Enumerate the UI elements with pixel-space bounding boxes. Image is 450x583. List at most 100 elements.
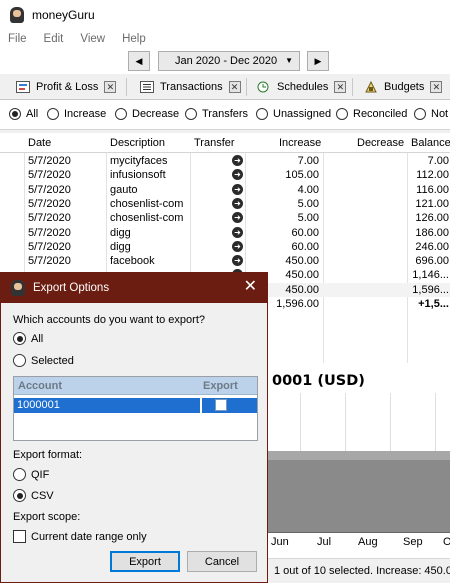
filter-label: Transfers	[202, 108, 249, 120]
window-title: moneyGuru	[32, 8, 95, 22]
menu-file[interactable]: File	[8, 33, 27, 45]
arrow-right-circle-icon[interactable]: ➜	[232, 226, 243, 238]
radio-icon	[47, 108, 59, 120]
cell-balance: 116.00	[416, 183, 449, 196]
tab-profit-loss[interactable]: Profit & Loss ✕	[16, 76, 117, 98]
table-row[interactable]: 5/7/2020 digg ➜ 60.00 246.00	[0, 240, 450, 254]
filter-not-reconciled[interactable]: Not R	[414, 108, 450, 120]
col-balance[interactable]: Balance	[411, 137, 450, 149]
cancel-button[interactable]: Cancel	[187, 551, 257, 572]
col-description[interactable]: Description	[110, 137, 165, 149]
tab-label: Schedules	[277, 81, 329, 93]
close-icon[interactable]: ✕	[430, 81, 443, 93]
radio-label: Selected	[31, 354, 74, 367]
radio-icon	[13, 354, 26, 367]
cell-date: 5/7/2020	[28, 197, 71, 210]
prev-date-range-button[interactable]: ◀	[128, 51, 150, 71]
cell-balance: 246.00	[415, 240, 449, 253]
tab-label: Profit & Loss	[36, 81, 99, 93]
cell-increase: 5.00	[297, 197, 319, 210]
date-range-select[interactable]: Jan 2020 - Dec 2020 ▼	[158, 51, 300, 71]
radio-format-qif[interactable]: QIF	[13, 468, 49, 481]
current-date-range-checkbox[interactable]: Current date range only	[13, 530, 147, 543]
table-row[interactable]: 5/7/2020 chosenlist-com ➜ 5.00 121.00	[0, 197, 450, 211]
budgets-icon	[365, 81, 377, 93]
cell-description: mycityfaces	[110, 155, 168, 167]
cell-date: 5/7/2020	[28, 226, 71, 239]
arrow-right-circle-icon[interactable]: ➜	[232, 155, 243, 166]
radio-icon	[256, 108, 268, 120]
graph-area-fill	[268, 460, 450, 532]
cell-date: 5/7/2020	[28, 240, 71, 253]
filter-decrease[interactable]: Decrease	[115, 108, 179, 120]
next-date-range-button[interactable]: ▶	[307, 51, 329, 71]
col-transfer[interactable]: Transfer	[194, 137, 235, 149]
export-checkbox[interactable]	[215, 399, 227, 411]
arrow-right-circle-icon[interactable]: ➜	[232, 240, 243, 252]
cell-date: 5/7/2020	[28, 183, 71, 196]
filter-all[interactable]: All	[9, 108, 38, 120]
close-icon[interactable]: ✕	[228, 81, 241, 93]
radio-icon	[13, 489, 26, 502]
table-row[interactable]: 5/7/2020 digg ➜ 60.00 186.00	[0, 226, 450, 240]
table-row[interactable]: 5/7/2020 infusionsoft ➜ 105.00 112.00	[0, 168, 450, 182]
arrow-right-circle-icon[interactable]: ➜	[232, 169, 243, 181]
cell-balance: 112.00	[416, 169, 449, 182]
tab-budgets[interactable]: Budgets ✕	[364, 76, 443, 98]
menu-help[interactable]: Help	[122, 33, 146, 45]
table-row[interactable]: 5/7/2020 chosenlist-com ➜ 5.00 126.00	[0, 211, 450, 225]
arrow-right-circle-icon[interactable]: ➜	[232, 183, 243, 195]
tab-transactions[interactable]: Transactions ✕	[140, 76, 241, 98]
cell-balance: 186.00	[415, 226, 449, 239]
graph-x-axis	[268, 532, 450, 533]
col-increase[interactable]: Increase	[279, 137, 321, 149]
arrow-right-circle-icon[interactable]: ➜	[232, 255, 243, 267]
filter-label: Reconciled	[353, 108, 408, 120]
filter-increase[interactable]: Increase	[47, 108, 106, 120]
transactions-icon	[140, 81, 154, 93]
col-decrease[interactable]: Decrease	[357, 137, 404, 149]
table-row[interactable]: 5/7/2020 facebook ➜ 450.00 696.00	[0, 254, 450, 268]
cell-description: infusionsoft	[110, 169, 166, 182]
close-icon[interactable]: ✕	[104, 81, 117, 93]
cell-description: facebook	[110, 255, 155, 268]
export-button[interactable]: Export	[110, 551, 180, 572]
cell-increase: 105.00	[285, 169, 319, 182]
close-icon[interactable]: ✕	[244, 279, 257, 295]
status-text: 1 out of 10 selected. Increase: 450.00	[274, 565, 450, 577]
menu-edit[interactable]: Edit	[44, 33, 64, 45]
tab-divider	[246, 78, 247, 96]
profit-loss-icon	[16, 81, 30, 93]
radio-all-accounts[interactable]: All	[13, 332, 43, 345]
col-date[interactable]: Date	[28, 137, 51, 149]
cell-description: digg	[110, 226, 131, 239]
close-icon[interactable]: ✕	[334, 81, 347, 93]
filter-label: Not R	[431, 108, 450, 120]
dialog-title: Export Options	[33, 282, 110, 294]
date-range-label: Jan 2020 - Dec 2020	[175, 55, 278, 67]
tab-divider	[126, 78, 127, 96]
menu-view[interactable]: View	[80, 33, 105, 45]
radio-icon	[13, 468, 26, 481]
cell-balance: 121.00	[415, 197, 449, 210]
radio-selected-accounts[interactable]: Selected	[13, 354, 74, 367]
filter-label: Increase	[64, 108, 107, 120]
filter-reconciled[interactable]: Reconciled	[336, 108, 407, 120]
arrow-right-circle-icon[interactable]: ➜	[232, 197, 243, 209]
radio-label: All	[31, 332, 44, 345]
date-range-bar: ◀ Jan 2020 - Dec 2020 ▼ ▶	[0, 48, 450, 74]
arrow-right-circle-icon[interactable]: ➜	[232, 212, 243, 224]
filter-unassigned[interactable]: Unassigned	[256, 108, 331, 120]
table-row[interactable]: 5/7/2020 mycityfaces ➜ 7.00 7.00	[0, 154, 450, 168]
table-row[interactable]: 5/7/2020 gauto ➜ 4.00 116.00	[0, 183, 450, 197]
checkbox-icon	[13, 530, 26, 543]
cell-increase: 4.00	[297, 183, 319, 196]
filter-transfers[interactable]: Transfers	[185, 108, 248, 120]
menubar: File Edit View Help	[0, 30, 450, 48]
tab-schedules[interactable]: Schedules ✕	[257, 76, 347, 98]
radio-format-csv[interactable]: CSV	[13, 489, 54, 502]
window-titlebar: moneyGuru	[0, 0, 450, 30]
account-row[interactable]: 1000001	[14, 398, 257, 413]
col-account[interactable]: Account	[18, 380, 62, 392]
col-export[interactable]: Export	[203, 380, 238, 392]
